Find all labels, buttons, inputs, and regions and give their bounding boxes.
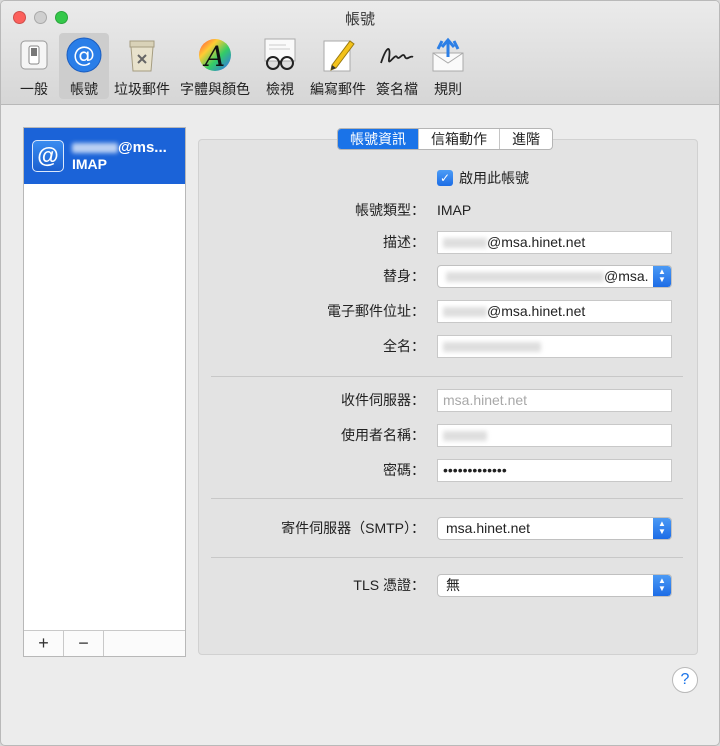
username-label: 使用者名稱： bbox=[341, 427, 425, 443]
account-list-footer: + − bbox=[24, 630, 185, 656]
full-name-field[interactable] bbox=[437, 334, 672, 358]
description-field[interactable]: @msa.hinet.net bbox=[437, 230, 672, 254]
redacted-text bbox=[443, 306, 487, 317]
toolbar-item-accounts[interactable]: @ 帳號 bbox=[59, 33, 109, 99]
full-name-label: 全名： bbox=[383, 338, 425, 354]
email-row: 電子郵件位址： @msa.hinet.net bbox=[1, 299, 719, 323]
add-account-button[interactable]: + bbox=[24, 631, 64, 656]
account-type-label: 帳號類型： bbox=[355, 202, 425, 218]
tls-label: TLS 憑證： bbox=[353, 577, 425, 593]
toolbar-item-general[interactable]: 一般 bbox=[9, 33, 59, 99]
help-button[interactable]: ? bbox=[672, 667, 698, 693]
titlebar: 帳號 一般 @ 帳號 垃圾郵件 A 字體與顏色 檢視 編寫郵件 簽名檔 規則 bbox=[1, 1, 719, 105]
remove-account-button[interactable]: − bbox=[64, 631, 104, 656]
font-color-icon: A bbox=[195, 35, 235, 75]
password-field[interactable]: ••••••••••••• bbox=[437, 458, 672, 482]
email-value: @msa.hinet.net bbox=[487, 302, 586, 319]
tls-certificate-popup[interactable]: 無 ▲ ▼ bbox=[437, 573, 672, 597]
toolbar-item-signatures[interactable]: 簽名檔 bbox=[371, 33, 423, 99]
toolbar-label: 規則 bbox=[434, 81, 462, 97]
tls-value: 無 bbox=[446, 576, 460, 593]
description-label: 描述： bbox=[383, 234, 425, 250]
toolbar-label: 帳號 bbox=[70, 81, 98, 97]
redacted-text bbox=[446, 271, 604, 282]
toolbar-item-viewing[interactable]: 檢視 bbox=[255, 33, 305, 99]
toolbar-item-fonts-colors[interactable]: A 字體與顏色 bbox=[175, 33, 255, 99]
chevron-updown-icon: ▲ ▼ bbox=[653, 265, 671, 287]
content-area: @ @ms... IMAP + − 帳號資訊 信箱動作 進階 ✓ 啟用此帳號 帳… bbox=[1, 106, 719, 745]
window-title: 帳號 bbox=[344, 11, 375, 28]
alias-label: 替身： bbox=[383, 268, 425, 284]
account-type-row: 帳號類型： IMAP bbox=[1, 198, 719, 222]
username-row: 使用者名稱： bbox=[1, 423, 719, 447]
incoming-server-row: 收件伺服器： msa.hinet.net bbox=[1, 388, 719, 412]
alias-row: 替身： @msa. ▲ ▼ bbox=[1, 264, 719, 288]
divider bbox=[211, 498, 683, 499]
full-name-row: 全名： bbox=[1, 334, 719, 358]
chevron-updown-icon: ▲ ▼ bbox=[653, 574, 671, 596]
divider bbox=[211, 376, 683, 377]
glasses-icon bbox=[260, 35, 300, 75]
alias-value: @msa. bbox=[604, 267, 649, 284]
toolbar-label: 字體與顏色 bbox=[180, 81, 250, 97]
password-row: 密碼： ••••••••••••• bbox=[1, 458, 719, 482]
toolbar-label: 一般 bbox=[20, 81, 48, 97]
redacted-text bbox=[443, 341, 541, 352]
tab-mailbox-behaviors[interactable]: 信箱動作 bbox=[419, 129, 500, 149]
toolbar-label: 垃圾郵件 bbox=[114, 81, 170, 97]
svg-text:@: @ bbox=[73, 43, 95, 68]
incoming-server-label: 收件伺服器： bbox=[341, 392, 425, 408]
account-type-value: IMAP bbox=[437, 202, 472, 218]
redacted-text bbox=[72, 143, 118, 154]
enable-row: ✓ 啟用此帳號 bbox=[1, 166, 719, 190]
toolbar-label: 編寫郵件 bbox=[310, 81, 366, 97]
rules-icon bbox=[428, 35, 468, 75]
tab-account-info[interactable]: 帳號資訊 bbox=[338, 129, 419, 149]
toolbar-item-junk-mail[interactable]: 垃圾郵件 bbox=[109, 33, 175, 99]
outgoing-server-label: 寄件伺服器（SMTP）： bbox=[281, 520, 425, 536]
alias-popup[interactable]: @msa. ▲ ▼ bbox=[437, 264, 672, 288]
pencil-icon bbox=[318, 35, 358, 75]
tab-advanced[interactable]: 進階 bbox=[500, 129, 552, 149]
outgoing-server-value: msa.hinet.net bbox=[446, 519, 531, 536]
trash-bin-icon bbox=[122, 35, 162, 75]
email-label: 電子郵件位址： bbox=[327, 303, 425, 319]
chevron-updown-icon: ▲ ▼ bbox=[653, 517, 671, 539]
password-label: 密碼： bbox=[383, 462, 425, 478]
svg-text:A: A bbox=[202, 40, 225, 73]
outgoing-server-row: 寄件伺服器（SMTP）： msa.hinet.net ▲ ▼ bbox=[1, 516, 719, 540]
email-field[interactable]: @msa.hinet.net bbox=[437, 299, 672, 323]
incoming-server-field: msa.hinet.net bbox=[437, 388, 672, 412]
outgoing-server-popup[interactable]: msa.hinet.net ▲ ▼ bbox=[437, 516, 672, 540]
enable-account-label: 啟用此帳號 bbox=[459, 170, 529, 186]
account-name-suffix: @ms... bbox=[118, 139, 167, 156]
switch-icon bbox=[14, 35, 54, 75]
account-name: @ms... bbox=[72, 139, 167, 156]
redacted-text bbox=[443, 237, 487, 248]
signature-icon bbox=[377, 35, 417, 75]
divider bbox=[211, 557, 683, 558]
toolbar-label: 檢視 bbox=[266, 81, 294, 97]
toolbar-item-rules[interactable]: 規則 bbox=[423, 33, 473, 99]
enable-account-checkbox[interactable]: ✓ bbox=[437, 170, 453, 186]
tls-row: TLS 憑證： 無 ▲ ▼ bbox=[1, 573, 719, 597]
preferences-window: 帳號 一般 @ 帳號 垃圾郵件 A 字體與顏色 檢視 編寫郵件 簽名檔 規則 @… bbox=[0, 0, 720, 746]
at-sign-icon: @ bbox=[64, 35, 104, 75]
description-row: 描述： @msa.hinet.net bbox=[1, 230, 719, 254]
redacted-text bbox=[443, 430, 487, 441]
toolbar-label: 簽名檔 bbox=[376, 81, 418, 97]
description-value: @msa.hinet.net bbox=[487, 233, 586, 250]
toolbar: 一般 @ 帳號 垃圾郵件 A 字體與顏色 檢視 編寫郵件 簽名檔 規則 bbox=[9, 33, 473, 99]
toolbar-item-composing[interactable]: 編寫郵件 bbox=[305, 33, 371, 99]
username-field[interactable] bbox=[437, 423, 672, 447]
tab-bar: 帳號資訊 信箱動作 進階 bbox=[337, 128, 553, 150]
